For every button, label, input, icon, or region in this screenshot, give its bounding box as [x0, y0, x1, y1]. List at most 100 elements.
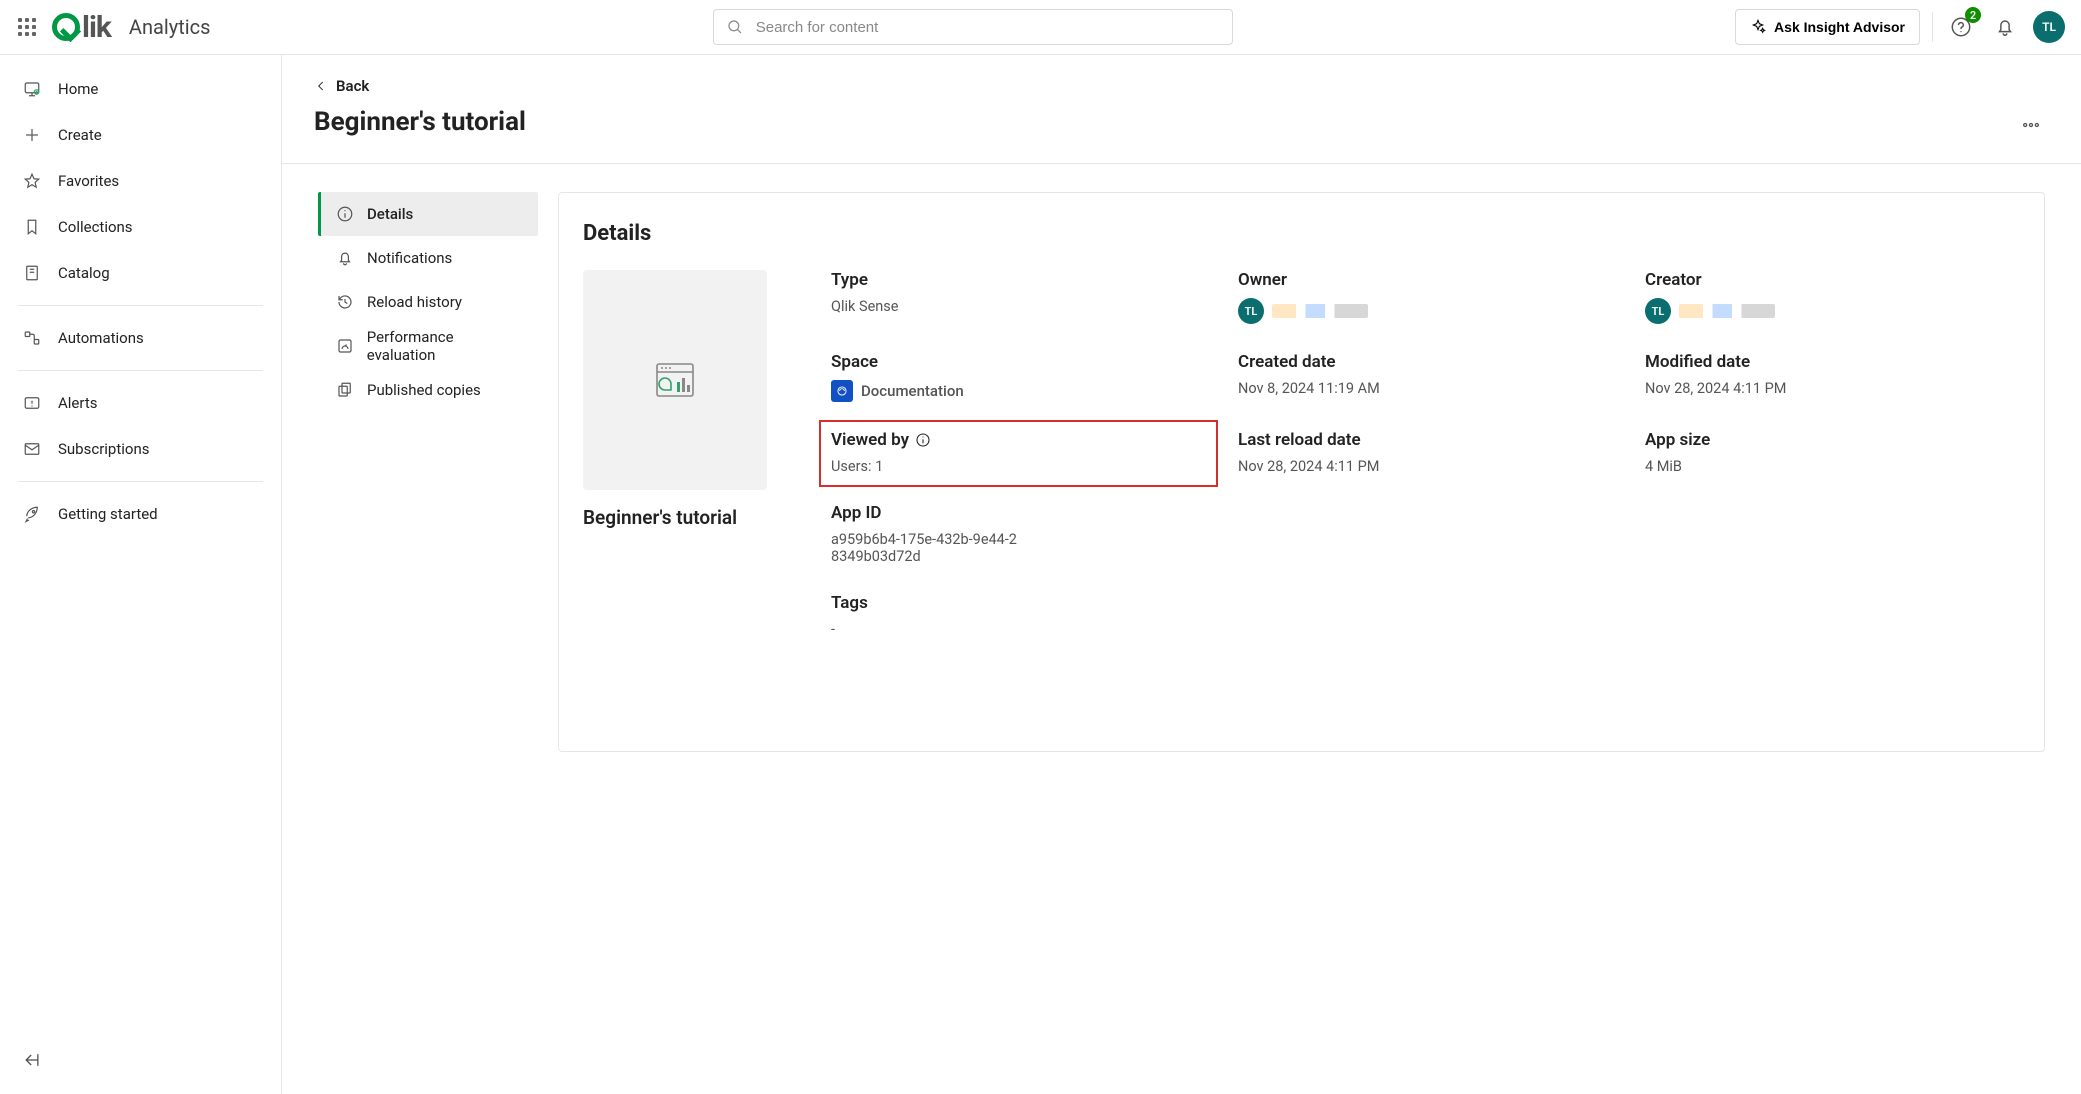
user-avatar[interactable]: TL [2033, 11, 2065, 43]
sidetab-notifications[interactable]: Notifications [318, 236, 538, 280]
field-last-reload-date-value: Nov 28, 2024 4:11 PM [1238, 458, 1613, 475]
ask-insight-advisor-label: Ask Insight Advisor [1774, 19, 1905, 35]
side-tabs: Details Notifications Reload history Perfor… [318, 192, 538, 412]
nav-item-home[interactable]: Home [10, 67, 271, 111]
nav-item-getting-started[interactable]: Getting started [10, 492, 271, 536]
app-thumbnail [583, 270, 767, 490]
nav-item-label: Alerts [58, 394, 98, 412]
topbar: lik Analytics Ask Insight Advisor 2 TL [0, 0, 2081, 55]
space-name: Documentation [861, 382, 964, 400]
field-app-id-value: a959b6b4-175e-432b-9e44-28349b03d72d [831, 531, 1021, 565]
mail-icon [22, 439, 42, 459]
field-type-label: Type [831, 270, 1206, 290]
chevron-left-icon [314, 79, 328, 93]
panel-title: Details [583, 221, 2020, 246]
field-last-reload-date-label: Last reload date [1238, 430, 1613, 450]
page-title: Beginner's tutorial [314, 107, 526, 137]
info-icon [335, 204, 355, 224]
book-icon [22, 263, 42, 283]
sidetab-label: Published copies [367, 381, 481, 399]
search-input[interactable] [754, 18, 1220, 37]
field-creator-label: Creator [1645, 270, 2020, 290]
help-button[interactable]: 2 [1945, 11, 1977, 43]
field-app-id-label: App ID [831, 503, 1206, 523]
search-box[interactable] [713, 9, 1233, 45]
notifications-button[interactable] [1989, 11, 2021, 43]
bell-icon [335, 248, 355, 268]
nav-item-label: Catalog [58, 264, 110, 282]
ellipsis-icon [2021, 115, 2041, 135]
nav-item-alerts[interactable]: Alerts [10, 381, 271, 425]
bookmark-icon [22, 217, 42, 237]
field-app-size: App size 4 MiB [1645, 430, 2020, 475]
page-header: Back Beginner's tutorial [282, 55, 2081, 164]
space-badge[interactable]: Documentation [831, 380, 964, 402]
sidetab-label: Notifications [367, 249, 452, 267]
field-last-reload-date: Last reload date Nov 28, 2024 4:11 PM [1238, 430, 1613, 475]
nav-item-label: Favorites [58, 172, 119, 190]
field-type-value: Qlik Sense [831, 298, 1206, 315]
monitor-plus-icon [22, 79, 42, 99]
copies-icon [335, 380, 355, 400]
product-name: Analytics [129, 15, 211, 39]
gauge-icon [335, 336, 355, 356]
thumbnail-column: Beginner's tutorial [583, 270, 783, 529]
bell-icon [1994, 16, 2016, 38]
field-app-size-label: App size [1645, 430, 2020, 450]
info-grid: Type Qlik Sense Owner TL Creator [831, 270, 2020, 638]
field-type: Type Qlik Sense [831, 270, 1206, 324]
flow-icon [22, 328, 42, 348]
ask-insight-advisor-button[interactable]: Ask Insight Advisor [1735, 9, 1920, 45]
nav-item-automations[interactable]: Automations [10, 316, 271, 360]
more-actions-button[interactable] [2013, 107, 2049, 143]
collapse-nav-button[interactable] [10, 1038, 271, 1082]
panel-body: Beginner's tutorial Type Qlik Sense Owne… [583, 270, 2020, 638]
topbar-right: Ask Insight Advisor 2 TL [1735, 9, 2065, 45]
sidetab-reload-history[interactable]: Reload history [318, 280, 538, 324]
main-area: Back Beginner's tutorial Details Notifica… [282, 55, 2081, 1094]
nav-item-favorites[interactable]: Favorites [10, 159, 271, 203]
sidetab-label: Performance evaluation [367, 328, 524, 364]
creator-avatar: TL [1645, 298, 1671, 324]
nav-separator [18, 481, 263, 482]
field-owner-label: Owner [1238, 270, 1613, 290]
shell: Home Create Favorites Collections Catalog Aut… [0, 55, 2081, 1094]
field-owner: Owner TL [1238, 270, 1613, 324]
field-viewed-by-value: Users: 1 [831, 458, 1206, 475]
field-creator: Creator TL [1645, 270, 2020, 324]
sidetab-published[interactable]: Published copies [318, 368, 538, 412]
nav-item-collections[interactable]: Collections [10, 205, 271, 249]
owner-avatar: TL [1238, 298, 1264, 324]
field-created-date: Created date Nov 8, 2024 11:19 AM [1238, 352, 1613, 402]
nav-item-create[interactable]: Create [10, 113, 271, 157]
nav-item-label: Create [58, 126, 102, 144]
app-switcher-icon[interactable] [16, 16, 38, 38]
field-viewed-by-label: Viewed by [831, 430, 1206, 450]
nav-item-subscriptions[interactable]: Subscriptions [10, 427, 271, 471]
nav-item-label: Home [58, 80, 98, 98]
collapse-icon [22, 1050, 42, 1070]
field-created-date-value: Nov 8, 2024 11:19 AM [1238, 380, 1613, 397]
help-badge: 2 [1965, 7, 1981, 23]
product-logo[interactable]: lik Analytics [52, 10, 210, 45]
field-modified-date-label: Modified date [1645, 352, 2020, 372]
sidetab-details[interactable]: Details [318, 192, 538, 236]
topbar-divider [1932, 12, 1933, 42]
sidetab-label: Details [367, 205, 413, 223]
history-icon [335, 292, 355, 312]
alert-icon [22, 393, 42, 413]
owner-name-redacted [1272, 304, 1368, 318]
nav-item-label: Collections [58, 218, 133, 236]
field-modified-date: Modified date Nov 28, 2024 4:11 PM [1645, 352, 2020, 402]
nav-separator [18, 370, 263, 371]
field-viewed-by: Viewed by Users: 1 [819, 420, 1218, 487]
search-wrap [224, 9, 1721, 45]
nav-item-catalog[interactable]: Catalog [10, 251, 271, 295]
info-icon[interactable] [915, 432, 931, 448]
field-tags: Tags - [831, 593, 1206, 638]
details-panel: Details [558, 192, 2045, 752]
sidetab-performance[interactable]: Performance evaluation [318, 324, 538, 368]
search-icon [726, 18, 744, 36]
thumbnail-title: Beginner's tutorial [583, 506, 783, 529]
back-button[interactable]: Back [314, 77, 369, 95]
